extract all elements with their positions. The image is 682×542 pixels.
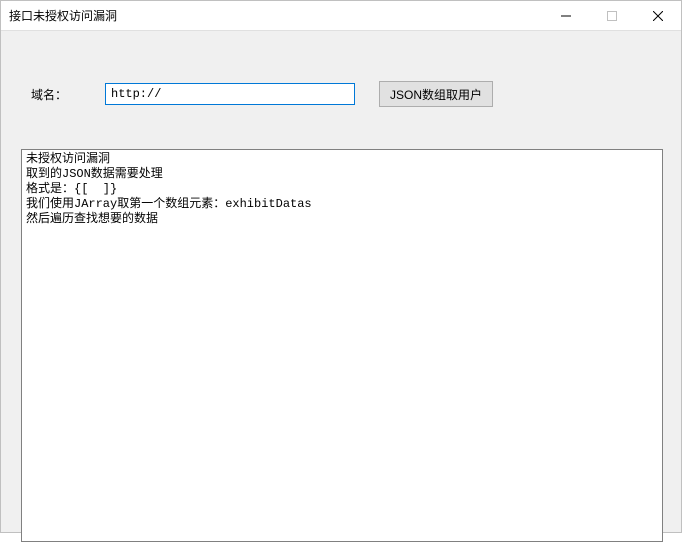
domain-input[interactable] bbox=[105, 83, 355, 105]
app-window: 接口未授权访问漏洞 域名： JSON数组 bbox=[0, 0, 682, 533]
domain-label: 域名： bbox=[31, 86, 91, 103]
titlebar-controls bbox=[543, 1, 681, 30]
output-textarea[interactable]: 未授权访问漏洞 取到的JSON数据需要处理 格式是：{[ ]} 我们使用JArr… bbox=[21, 149, 663, 542]
close-button[interactable] bbox=[635, 1, 681, 30]
submit-button[interactable]: JSON数组取用户 bbox=[379, 81, 493, 107]
window-title: 接口未授权访问漏洞 bbox=[9, 7, 117, 24]
form-row: 域名： JSON数组取用户 bbox=[31, 81, 493, 107]
minimize-button[interactable] bbox=[543, 1, 589, 30]
maximize-icon bbox=[607, 11, 617, 21]
close-icon bbox=[653, 11, 663, 21]
minimize-icon bbox=[561, 11, 571, 21]
titlebar: 接口未授权访问漏洞 bbox=[1, 1, 681, 31]
maximize-button[interactable] bbox=[589, 1, 635, 30]
client-area: 域名： JSON数组取用户 未授权访问漏洞 取到的JSON数据需要处理 格式是：… bbox=[1, 31, 681, 532]
